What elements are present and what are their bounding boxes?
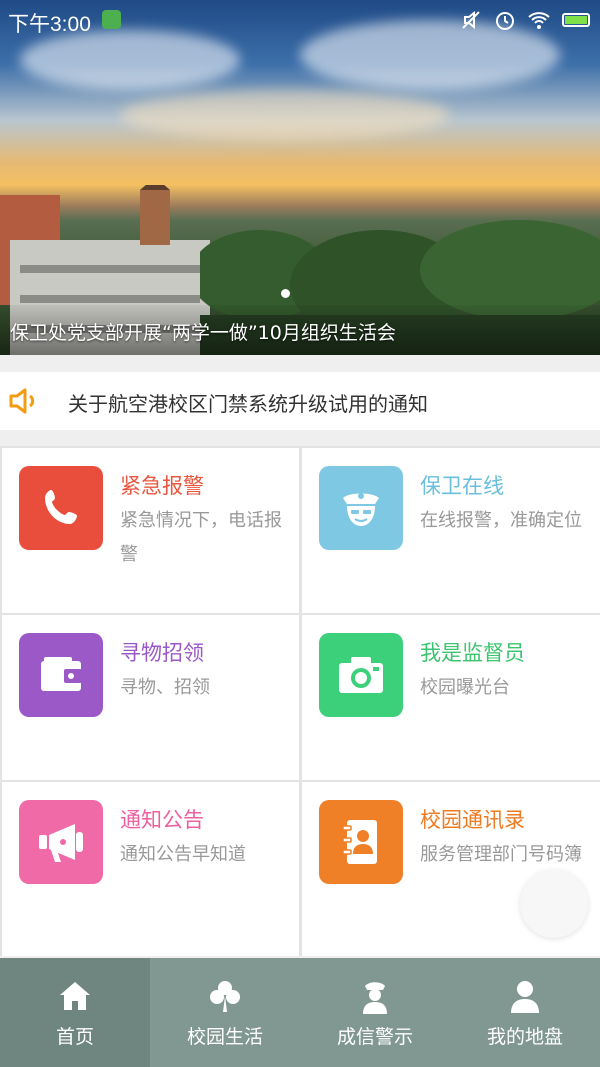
tile-icon-box (19, 633, 103, 717)
status-time: 下午3:00 (8, 13, 91, 36)
carousel-indicator[interactable] (281, 289, 290, 298)
banner-cloud (120, 90, 450, 140)
tile-desc: 紧急情况下，电话报警 (120, 510, 282, 565)
tile-title: 保卫在线 (420, 474, 504, 498)
tile-title: 寻物招领 (120, 641, 204, 665)
camera-icon (339, 657, 383, 693)
contacts-icon (342, 820, 377, 864)
bottom-navigation: 首页 校园生活 成信警示 我的地盘 (0, 958, 600, 1067)
clover-icon (210, 981, 240, 1012)
tile-title: 我是监督员 (420, 641, 525, 665)
tile-desc: 服务管理部门号码簿 (420, 844, 582, 865)
tile-supervisor[interactable]: 我是监督员 校园曝光台 (302, 615, 600, 780)
tile-title: 校园通讯录 (420, 808, 525, 832)
megaphone-icon (39, 824, 83, 862)
nav-item-campus-life[interactable]: 校园生活 (150, 958, 300, 1067)
nav-label: 成信警示 (336, 1026, 413, 1048)
nav-item-home[interactable]: 首页 (0, 958, 150, 1067)
home-icon (60, 982, 90, 1010)
phone-icon (45, 490, 77, 524)
nav-label: 我的地盘 (486, 1026, 563, 1048)
police-icon (343, 493, 379, 526)
tile-icon-box (319, 800, 403, 884)
nav-label: 首页 (55, 1026, 94, 1048)
banner-caption[interactable]: 保卫处党支部开展“两学一做”10月组织生活会 (10, 318, 396, 345)
tile-desc: 通知公告早知道 (120, 844, 246, 865)
status-bar: 下午3:00 (0, 0, 600, 40)
tile-icon-box (19, 466, 103, 550)
notice-bar[interactable]: 关于航空港校区门禁系统升级试用的通知 (0, 372, 600, 430)
tile-security-online[interactable]: 保卫在线 在线报警，准确定位 (302, 448, 600, 613)
tile-desc: 校园曝光台 (420, 677, 510, 698)
nav-item-my-space[interactable]: 我的地盘 (450, 958, 600, 1067)
tile-desc: 寻物、招领 (120, 677, 210, 698)
tile-icon-box (19, 800, 103, 884)
police-officer-icon (363, 982, 387, 1014)
banner-carousel[interactable]: 下午3:00 保卫处党支部开展“两学一做”10月组织生活会 (0, 0, 600, 355)
tile-icon-box (319, 466, 403, 550)
battery-icon (562, 13, 590, 27)
mute-icon (462, 10, 480, 30)
alarm-icon (496, 12, 514, 30)
speaker-icon (9, 388, 35, 414)
tile-emergency-alarm[interactable]: 紧急报警 紧急情况下，电话报警 (2, 448, 299, 613)
tile-icon-box (319, 633, 403, 717)
wallet-icon (41, 657, 82, 691)
user-icon (511, 981, 539, 1013)
feature-grid: 紧急报警 紧急情况下，电话报警 保卫在线 在线报警，准确定位 寻物招领 寻物、招… (0, 446, 600, 956)
tile-announcements[interactable]: 通知公告 通知公告早知道 (2, 782, 299, 956)
notification-icon (102, 10, 121, 29)
tile-title: 通知公告 (120, 808, 204, 832)
wifi-icon (528, 12, 550, 29)
nav-label: 校园生活 (186, 1026, 263, 1048)
notice-text: 关于航空港校区门禁系统升级试用的通知 (68, 392, 428, 416)
nav-item-warnings[interactable]: 成信警示 (300, 958, 450, 1067)
tile-title: 紧急报警 (120, 474, 204, 498)
tile-lost-found[interactable]: 寻物招领 寻物、招领 (2, 615, 299, 780)
tile-desc: 在线报警，准确定位 (420, 510, 582, 531)
floating-action-button[interactable] (520, 870, 588, 938)
